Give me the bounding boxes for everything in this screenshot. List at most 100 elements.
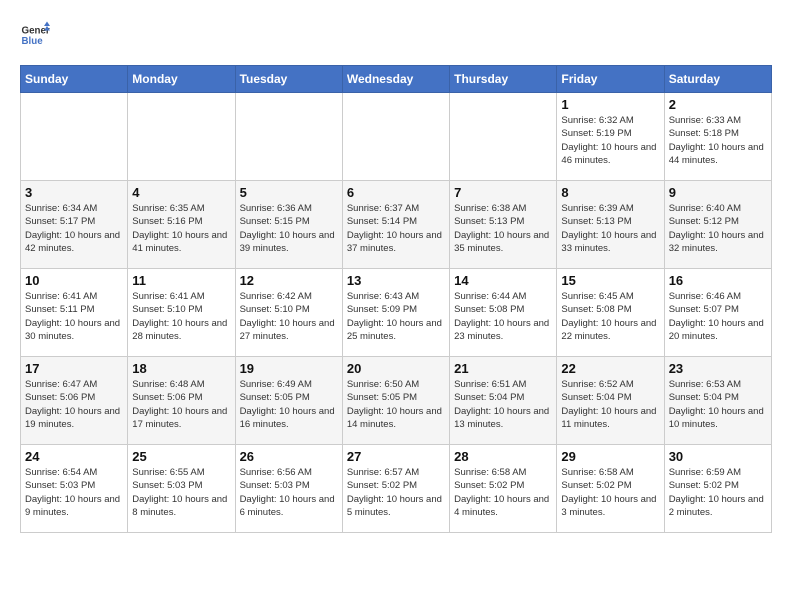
day-number: 6 <box>347 185 445 200</box>
day-number: 21 <box>454 361 552 376</box>
weekday-header-friday: Friday <box>557 66 664 93</box>
day-number: 5 <box>240 185 338 200</box>
calendar-day-7: 7Sunrise: 6:38 AM Sunset: 5:13 PM Daylig… <box>450 181 557 269</box>
day-info: Sunrise: 6:38 AM Sunset: 5:13 PM Dayligh… <box>454 202 552 255</box>
calendar-day-6: 6 Sunrise: 6:37 AM Sunset: 5:14 PM Daylig… <box>342 181 449 269</box>
calendar-empty-cell <box>450 93 557 181</box>
calendar-day-15: 15 Sunrise: 6:45 AM Sunset: 5:08 PM Dayli… <box>557 269 664 357</box>
day-number: 16 <box>669 273 767 288</box>
day-info: Sunrise: 6:47 AM Sunset: 5:06 PM Dayligh… <box>25 378 123 431</box>
calendar-day-4: 4 Sunrise: 6:35 AM Sunset: 5:16 PM Daylig… <box>128 181 235 269</box>
day-info: Sunrise: 6:51 AM Sunset: 5:04 PM Dayligh… <box>454 378 552 431</box>
day-info: Sunrise: 6:32 AM Sunset: 5:19 PM Dayligh… <box>561 114 659 167</box>
calendar-day-1: 1 Sunrise: 6:32 AM Sunset: 5:19 PM Daylig… <box>557 93 664 181</box>
calendar-empty-cell <box>128 93 235 181</box>
calendar-day-14: 14Sunrise: 6:44 AM Sunset: 5:08 PM Dayli… <box>450 269 557 357</box>
weekday-header-tuesday: Tuesday <box>235 66 342 93</box>
day-info: Sunrise: 6:40 AM Sunset: 5:12 PM Dayligh… <box>669 202 767 255</box>
day-number: 2 <box>669 97 767 112</box>
calendar-day-22: 22Sunrise: 6:52 AM Sunset: 5:04 PM Dayli… <box>557 357 664 445</box>
day-info: Sunrise: 6:37 AM Sunset: 5:14 PM Dayligh… <box>347 202 445 255</box>
calendar-day-23: 23Sunrise: 6:53 AM Sunset: 5:04 PM Dayli… <box>664 357 771 445</box>
calendar-day-9: 9 Sunrise: 6:40 AM Sunset: 5:12 PM Daylig… <box>664 181 771 269</box>
day-number: 29 <box>561 449 659 464</box>
calendar-day-8: 8 Sunrise: 6:39 AM Sunset: 5:13 PM Daylig… <box>557 181 664 269</box>
day-info: Sunrise: 6:41 AM Sunset: 5:11 PM Dayligh… <box>25 290 123 343</box>
day-info: Sunrise: 6:36 AM Sunset: 5:15 PM Dayligh… <box>240 202 338 255</box>
day-info: Sunrise: 6:58 AM Sunset: 5:02 PM Dayligh… <box>454 466 552 519</box>
weekday-header-wednesday: Wednesday <box>342 66 449 93</box>
day-number: 22 <box>561 361 659 376</box>
calendar-day-24: 24 Sunrise: 6:54 AM Sunset: 5:03 PM Dayli… <box>21 445 128 533</box>
day-info: Sunrise: 6:43 AM Sunset: 5:09 PM Dayligh… <box>347 290 445 343</box>
calendar-day-21: 21 Sunrise: 6:51 AM Sunset: 5:04 PM Dayli… <box>450 357 557 445</box>
calendar-empty-cell <box>342 93 449 181</box>
calendar-week-row: 1 Sunrise: 6:32 AM Sunset: 5:19 PM Daylig… <box>21 93 772 181</box>
weekday-header-sunday: Sunday <box>21 66 128 93</box>
calendar-day-28: 28 Sunrise: 6:58 AM Sunset: 5:02 PM Dayli… <box>450 445 557 533</box>
calendar-day-26: 26 Sunrise: 6:56 AM Sunset: 5:03 PM Dayli… <box>235 445 342 533</box>
calendar-week-row: 3Sunrise: 6:34 AM Sunset: 5:17 PM Daylig… <box>21 181 772 269</box>
day-info: Sunrise: 6:35 AM Sunset: 5:16 PM Dayligh… <box>132 202 230 255</box>
calendar-day-18: 18 Sunrise: 6:48 AM Sunset: 5:06 PM Dayli… <box>128 357 235 445</box>
day-info: Sunrise: 6:39 AM Sunset: 5:13 PM Dayligh… <box>561 202 659 255</box>
day-info: Sunrise: 6:34 AM Sunset: 5:17 PM Dayligh… <box>25 202 123 255</box>
day-number: 1 <box>561 97 659 112</box>
day-info: Sunrise: 6:55 AM Sunset: 5:03 PM Dayligh… <box>132 466 230 519</box>
calendar-day-29: 29 Sunrise: 6:58 AM Sunset: 5:02 PM Dayli… <box>557 445 664 533</box>
day-number: 11 <box>132 273 230 288</box>
day-number: 8 <box>561 185 659 200</box>
weekday-header-thursday: Thursday <box>450 66 557 93</box>
logo-icon: General Blue <box>20 20 50 50</box>
calendar-week-row: 24 Sunrise: 6:54 AM Sunset: 5:03 PM Dayli… <box>21 445 772 533</box>
calendar-day-5: 5 Sunrise: 6:36 AM Sunset: 5:15 PM Daylig… <box>235 181 342 269</box>
day-info: Sunrise: 6:54 AM Sunset: 5:03 PM Dayligh… <box>25 466 123 519</box>
day-number: 17 <box>25 361 123 376</box>
calendar-day-19: 19Sunrise: 6:49 AM Sunset: 5:05 PM Dayli… <box>235 357 342 445</box>
calendar-day-13: 13Sunrise: 6:43 AM Sunset: 5:09 PM Dayli… <box>342 269 449 357</box>
calendar-empty-cell <box>235 93 342 181</box>
day-number: 24 <box>25 449 123 464</box>
day-info: Sunrise: 6:33 AM Sunset: 5:18 PM Dayligh… <box>669 114 767 167</box>
calendar-day-2: 2 Sunrise: 6:33 AM Sunset: 5:18 PM Daylig… <box>664 93 771 181</box>
logo: General Blue <box>20 20 55 50</box>
calendar-day-12: 12Sunrise: 6:42 AM Sunset: 5:10 PM Dayli… <box>235 269 342 357</box>
day-info: Sunrise: 6:42 AM Sunset: 5:10 PM Dayligh… <box>240 290 338 343</box>
day-number: 9 <box>669 185 767 200</box>
day-info: Sunrise: 6:49 AM Sunset: 5:05 PM Dayligh… <box>240 378 338 431</box>
calendar-day-27: 27 Sunrise: 6:57 AM Sunset: 5:02 PM Dayli… <box>342 445 449 533</box>
svg-text:Blue: Blue <box>22 36 44 47</box>
day-number: 26 <box>240 449 338 464</box>
calendar: SundayMondayTuesdayWednesdayThursdayFrid… <box>20 65 772 533</box>
day-number: 14 <box>454 273 552 288</box>
calendar-day-11: 11Sunrise: 6:41 AM Sunset: 5:10 PM Dayli… <box>128 269 235 357</box>
svg-text:General: General <box>22 26 51 37</box>
day-info: Sunrise: 6:50 AM Sunset: 5:05 PM Dayligh… <box>347 378 445 431</box>
day-info: Sunrise: 6:46 AM Sunset: 5:07 PM Dayligh… <box>669 290 767 343</box>
day-info: Sunrise: 6:59 AM Sunset: 5:02 PM Dayligh… <box>669 466 767 519</box>
day-number: 18 <box>132 361 230 376</box>
day-number: 15 <box>561 273 659 288</box>
day-info: Sunrise: 6:57 AM Sunset: 5:02 PM Dayligh… <box>347 466 445 519</box>
calendar-day-10: 10 Sunrise: 6:41 AM Sunset: 5:11 PM Dayli… <box>21 269 128 357</box>
calendar-day-16: 16 Sunrise: 6:46 AM Sunset: 5:07 PM Dayli… <box>664 269 771 357</box>
day-number: 23 <box>669 361 767 376</box>
day-info: Sunrise: 6:56 AM Sunset: 5:03 PM Dayligh… <box>240 466 338 519</box>
calendar-day-20: 20 Sunrise: 6:50 AM Sunset: 5:05 PM Dayli… <box>342 357 449 445</box>
day-number: 10 <box>25 273 123 288</box>
day-info: Sunrise: 6:45 AM Sunset: 5:08 PM Dayligh… <box>561 290 659 343</box>
calendar-week-row: 17 Sunrise: 6:47 AM Sunset: 5:06 PM Dayli… <box>21 357 772 445</box>
calendar-day-30: 30 Sunrise: 6:59 AM Sunset: 5:02 PM Dayli… <box>664 445 771 533</box>
day-number: 30 <box>669 449 767 464</box>
calendar-week-row: 10 Sunrise: 6:41 AM Sunset: 5:11 PM Dayli… <box>21 269 772 357</box>
day-number: 4 <box>132 185 230 200</box>
weekday-header-saturday: Saturday <box>664 66 771 93</box>
day-number: 20 <box>347 361 445 376</box>
day-number: 28 <box>454 449 552 464</box>
calendar-empty-cell <box>21 93 128 181</box>
calendar-day-17: 17 Sunrise: 6:47 AM Sunset: 5:06 PM Dayli… <box>21 357 128 445</box>
day-info: Sunrise: 6:48 AM Sunset: 5:06 PM Dayligh… <box>132 378 230 431</box>
day-number: 25 <box>132 449 230 464</box>
day-number: 27 <box>347 449 445 464</box>
day-info: Sunrise: 6:58 AM Sunset: 5:02 PM Dayligh… <box>561 466 659 519</box>
